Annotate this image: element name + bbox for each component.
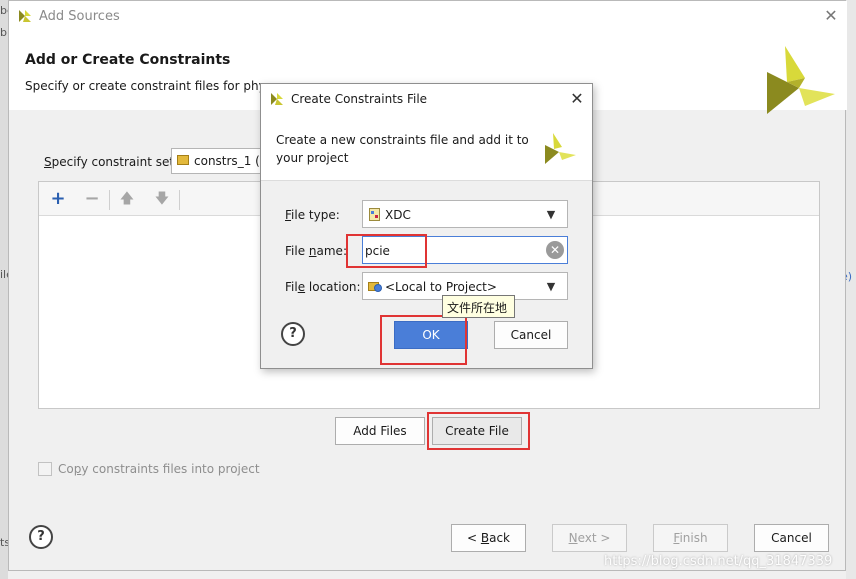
help-button[interactable]: ? (281, 322, 305, 346)
vivado-logo-icon (767, 46, 835, 114)
add-icon[interactable]: + (47, 189, 69, 211)
background-window-right (846, 0, 856, 579)
move-up-icon[interactable]: 🡅 (116, 189, 138, 211)
vivado-logo-icon (19, 10, 31, 22)
page-title: Add or Create Constraints (25, 52, 231, 68)
add-files-button[interactable]: Add Files (335, 417, 425, 445)
project-location-icon (368, 282, 382, 292)
page-description: Specify or create constraint files for p… (25, 79, 265, 93)
highlight-box (346, 234, 427, 268)
folder-icon (177, 155, 189, 165)
close-icon[interactable]: ✕ (567, 89, 587, 109)
file-type-select[interactable]: XDC ▼ (362, 200, 568, 228)
dialog-header: Create a new constraints file and add it… (261, 114, 592, 181)
constraint-set-label: Specify constraint set: (44, 155, 179, 169)
cancel-button[interactable]: Cancel (754, 524, 829, 552)
next-button[interactable]: Next > (552, 524, 627, 552)
title-bar: Create Constraints File ✕ (261, 84, 592, 114)
vivado-logo-icon (545, 133, 576, 164)
title-bar: Add Sources ✕ (9, 1, 847, 32)
watermark: https://blog.csdn.net/qq_31847339 (604, 554, 833, 569)
vivado-logo-icon (271, 93, 283, 105)
background-text: b (0, 26, 7, 39)
highlight-box (380, 315, 467, 365)
file-name-label: File name: (285, 244, 347, 258)
remove-icon[interactable]: − (81, 189, 103, 211)
dialog-title: Create Constraints File (291, 92, 428, 106)
file-location-label: File location: (285, 280, 361, 294)
move-down-icon[interactable]: 🡇 (151, 189, 173, 211)
chevron-down-icon: ▼ (546, 208, 556, 221)
toolbar-divider (109, 190, 110, 210)
finish-button[interactable]: Finish (653, 524, 728, 552)
chevron-down-icon: ▼ (546, 280, 556, 293)
toolbar-divider (179, 190, 180, 210)
close-icon[interactable]: ✕ (821, 6, 841, 26)
cancel-button[interactable]: Cancel (494, 321, 568, 349)
help-button[interactable]: ? (29, 525, 53, 549)
copy-constraints-label: Copy constraints files into project (58, 462, 260, 476)
clear-icon[interactable]: ✕ (546, 241, 564, 259)
copy-constraints-checkbox[interactable] (38, 462, 52, 476)
dialog-description: Create a new constraints file and add it… (276, 133, 529, 165)
xdc-file-icon (369, 208, 380, 221)
background-window (0, 0, 8, 579)
file-type-label: File type: (285, 208, 340, 222)
highlight-box (427, 412, 530, 450)
tooltip: 文件所在地 (442, 295, 515, 318)
back-button[interactable]: < Back (451, 524, 526, 552)
constraint-set-select[interactable]: constrs_1 (a (171, 148, 271, 174)
dialog-title: Add Sources (39, 9, 120, 24)
